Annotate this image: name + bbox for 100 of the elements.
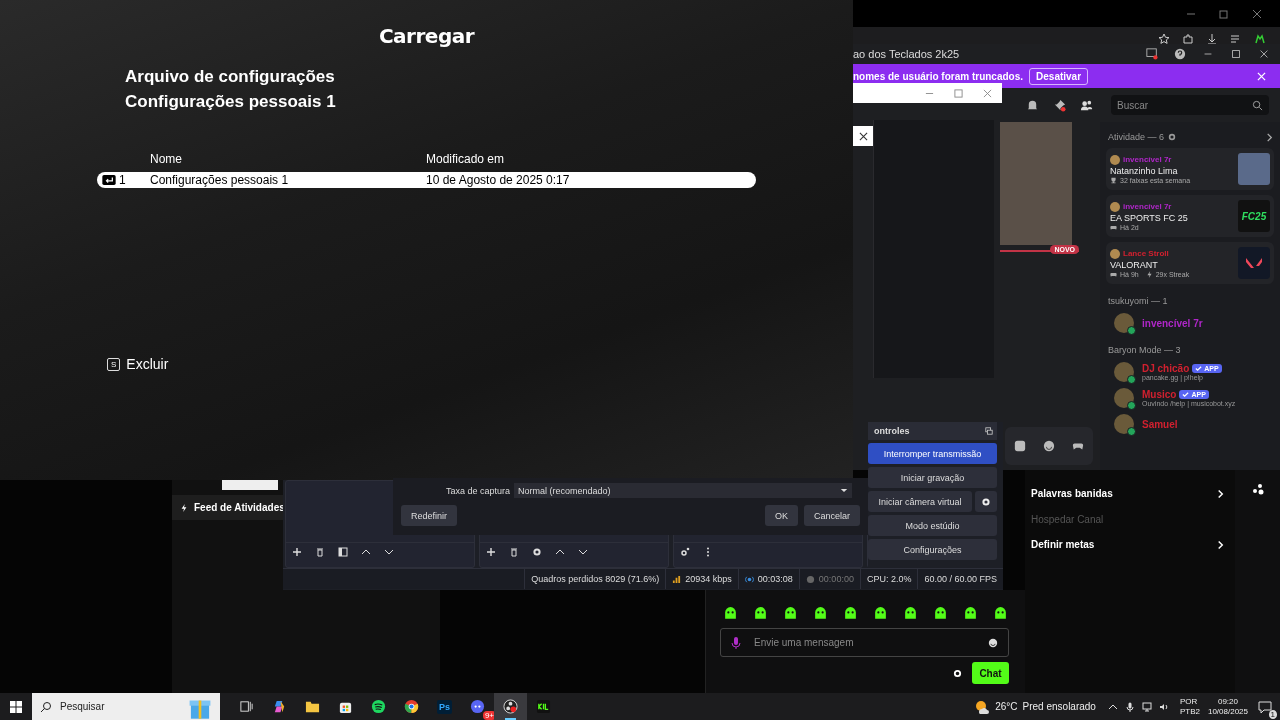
star-icon[interactable] <box>1158 33 1170 45</box>
plus-icon[interactable] <box>486 547 497 557</box>
online-status-icon <box>1127 326 1136 335</box>
settings-icon[interactable] <box>532 547 543 557</box>
undock-icon[interactable] <box>985 427 993 435</box>
save-row[interactable]: 1 Configurações pessoais 1 10 de Agosto de 2025 0:17 <box>97 172 756 188</box>
chevron-up-icon[interactable] <box>361 547 371 557</box>
emote-icon[interactable] <box>843 606 858 621</box>
menu-item[interactable]: Definir metas <box>1025 532 1235 558</box>
close-icon[interactable] <box>983 88 992 98</box>
control-button[interactable]: Iniciar gravação <box>868 467 997 488</box>
checkmark-icon <box>1195 365 1203 372</box>
language-indicator[interactable]: PTB2 <box>1179 706 1200 717</box>
search-field[interactable]: Buscar <box>1111 95 1269 115</box>
delete-action[interactable]: Excluir <box>126 356 169 372</box>
emoji-icon[interactable] <box>1043 440 1055 452</box>
avatar <box>1110 248 1120 259</box>
settings-icon[interactable] <box>680 547 691 557</box>
playlist-icon[interactable] <box>1230 33 1242 45</box>
gamepad-icon <box>1110 270 1117 278</box>
chevron-up-icon[interactable] <box>555 547 566 557</box>
reset-button[interactable]: Redefinir <box>401 505 458 526</box>
trash-icon[interactable] <box>509 547 520 557</box>
emote-icon[interactable] <box>963 606 978 621</box>
windows-logo-icon[interactable] <box>10 700 22 713</box>
plus-icon[interactable] <box>292 547 302 557</box>
menu-item[interactable]: Palavras banidas <box>1025 481 1235 507</box>
chevron-down-icon[interactable] <box>578 547 589 557</box>
screen-share-icon[interactable] <box>1146 48 1158 60</box>
control-button[interactable]: Iniciar câmera virtual <box>868 491 972 512</box>
signal-icon <box>672 574 682 584</box>
emote-icon[interactable] <box>813 606 828 621</box>
save-name: Configurações pessoais 1 <box>150 173 290 187</box>
trash-icon[interactable] <box>315 547 325 557</box>
taskbar-app[interactable]: Ps <box>428 693 461 720</box>
close-icon[interactable] <box>1258 48 1270 60</box>
restore-icon[interactable] <box>1219 8 1229 19</box>
chevron-right-icon[interactable] <box>1265 132 1274 142</box>
notification-icon[interactable] <box>1258 699 1272 714</box>
close-icon[interactable] <box>1252 8 1262 19</box>
game-logo: FC25 <box>1238 200 1270 232</box>
activity-title: VALORANT <box>1110 259 1159 270</box>
emote-icon[interactable] <box>933 606 948 621</box>
chevron-down-icon[interactable] <box>384 547 394 557</box>
active-indicator <box>505 718 516 720</box>
search-box[interactable]: Pesquisar <box>32 693 220 720</box>
photoshop-logo: Ps <box>437 699 452 714</box>
download-icon[interactable] <box>1206 33 1218 45</box>
control-button[interactable]: Configurações <box>868 539 997 560</box>
record-app-icon <box>503 699 518 714</box>
column-header: Modificado em <box>426 152 505 166</box>
network-icon[interactable] <box>1141 701 1152 712</box>
activity-header: Atividade — 6 <box>1108 132 1165 142</box>
music-app-icon <box>371 699 386 714</box>
settings-icon[interactable] <box>1168 133 1177 141</box>
enter-key-icon <box>102 175 116 185</box>
dots-icon[interactable] <box>1252 483 1264 495</box>
emote-icon[interactable] <box>873 606 888 621</box>
settings-button[interactable] <box>975 491 997 512</box>
clock-date[interactable]: 10/08/2025 <box>1207 706 1248 717</box>
screenshot-thumbnail <box>222 480 278 490</box>
filter-icon[interactable] <box>338 547 348 557</box>
emote-icon[interactable] <box>753 606 768 621</box>
online-status-icon <box>1127 375 1136 384</box>
ok-button[interactable]: OK <box>764 505 798 526</box>
disable-button[interactable]: Desativar <box>1029 67 1089 85</box>
game-logo-icon <box>1238 247 1270 279</box>
emote-icon[interactable] <box>993 606 1008 621</box>
taskbar-app[interactable] <box>494 693 527 720</box>
message-input[interactable]: Envie uma mensagem <box>720 628 1009 657</box>
chat-button[interactable]: Chat <box>972 662 1009 684</box>
maximize-icon[interactable] <box>1230 48 1242 60</box>
control-button[interactable]: Modo estúdio <box>868 515 997 536</box>
capture-rate-dropdown[interactable]: Normal (recomendado) <box>514 483 852 498</box>
emoji-icon[interactable] <box>988 637 998 648</box>
members-icon[interactable] <box>1080 98 1093 112</box>
emote-icon[interactable] <box>783 606 798 621</box>
help-icon[interactable] <box>1174 48 1186 60</box>
key-hint: S <box>107 357 121 371</box>
close-button[interactable] <box>853 126 873 146</box>
photo-placeholder <box>1238 153 1270 185</box>
language-indicator[interactable]: POR <box>1179 696 1200 707</box>
close-icon <box>858 131 868 141</box>
overlay-title: Carregar <box>377 24 476 48</box>
microphone-icon[interactable] <box>1124 701 1135 712</box>
stream-time: 00:03:08 <box>757 574 793 584</box>
record-icon <box>805 574 815 584</box>
bell-icon[interactable] <box>1026 98 1039 112</box>
menu-item-label: Definir metas <box>1031 539 1095 551</box>
emote-icon[interactable] <box>723 606 738 621</box>
clock-time[interactable]: 09:20 <box>1217 696 1238 707</box>
puzzle-icon[interactable] <box>1182 33 1194 45</box>
emote-icon[interactable] <box>903 606 918 621</box>
control-button[interactable]: Interromper transmissão <box>868 443 997 464</box>
extension-icon[interactable] <box>1254 33 1266 45</box>
search-icon <box>1252 99 1263 111</box>
lightning-icon <box>180 503 188 512</box>
search-placeholder: Pesquisar <box>60 701 106 712</box>
cancel-button[interactable]: Cancelar <box>803 505 860 526</box>
gamepad-icon[interactable] <box>1072 440 1085 452</box>
